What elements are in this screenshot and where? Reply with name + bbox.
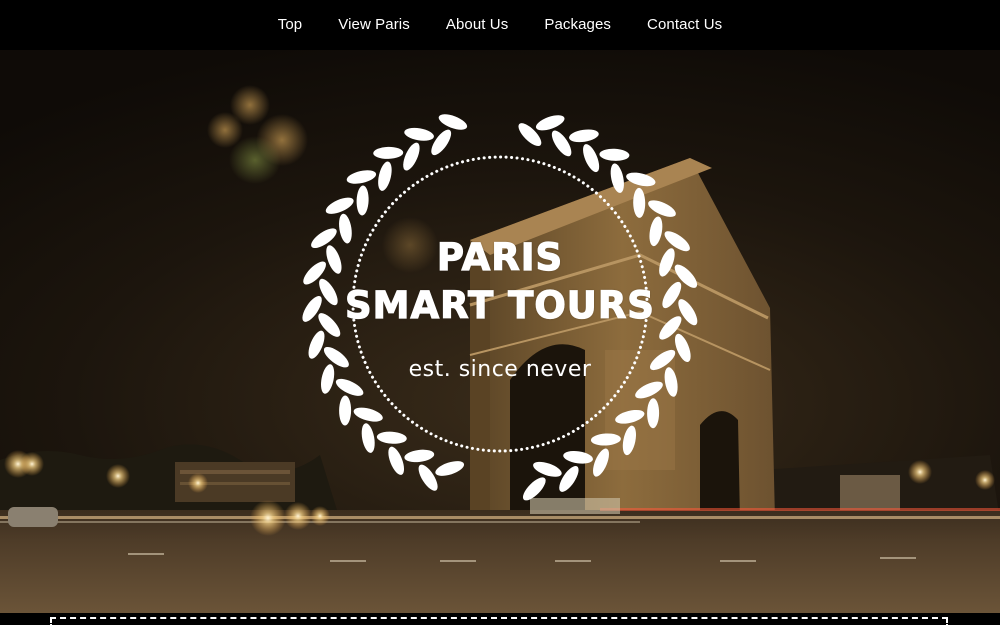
hero-section: PARIS SMART TOURS est. since never — [0, 50, 1000, 613]
brand-title-line-2: SMART TOURS — [344, 283, 655, 327]
nav-list: Top View Paris About Us Packages Contact… — [260, 0, 740, 50]
nav-link-packages[interactable]: Packages — [526, 0, 629, 50]
nav-link-about-us[interactable]: About Us — [428, 0, 527, 50]
hero-background-image — [0, 50, 1000, 613]
section-frame — [50, 617, 948, 625]
brand-title-line-1: PARIS — [436, 235, 564, 279]
nav-link-view-paris[interactable]: View Paris — [320, 0, 428, 50]
brand-tagline: est. since never — [408, 357, 592, 382]
nav-link-contact-us[interactable]: Contact Us — [629, 0, 740, 50]
top-navigation: Top View Paris About Us Packages Contact… — [0, 0, 1000, 50]
nav-link-top[interactable]: Top — [260, 0, 321, 50]
